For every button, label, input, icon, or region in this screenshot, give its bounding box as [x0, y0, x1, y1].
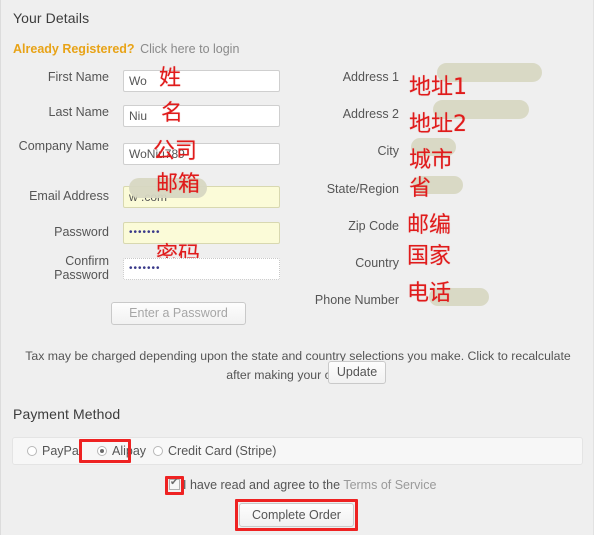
label-password: Password [54, 225, 109, 239]
field-row-address-2: Address 2 Soutt Tia [301, 107, 561, 133]
label-last-name: Last Name [48, 105, 109, 119]
terms-text: I have read and agree to the [183, 478, 344, 492]
page-title: Your Details [13, 10, 90, 26]
field-row-confirm-password: Confirm Password ••••••• [13, 254, 280, 284]
login-link[interactable]: Click here to login [138, 42, 239, 56]
field-row-address-1: Address 1 South ', Tia [301, 70, 561, 96]
terms-agreement-line: I have read and agree to the Terms of Se… [169, 476, 436, 492]
payment-option-credit-card-label: Credit Card (Stripe) [168, 444, 277, 458]
label-phone-number: Phone Number [314, 293, 399, 307]
field-row-password: Password ••••••• [13, 222, 280, 248]
terms-of-service-link[interactable]: Terms of Service [343, 478, 436, 492]
label-company-name: Company Name [18, 139, 109, 153]
enter-password-button[interactable]: Enter a Password [111, 302, 246, 325]
label-zip-code: Zip Code [348, 219, 399, 233]
label-state-region: State/Region [326, 182, 399, 196]
complete-order-button[interactable]: Complete Order [239, 503, 354, 527]
payment-option-paypal-label: PayPal [42, 444, 82, 458]
field-row-company-name: Company Name WoNiu789 [13, 139, 280, 169]
terms-checkbox[interactable] [169, 476, 180, 490]
already-registered-line: Already Registered? Click here to login [13, 42, 239, 56]
payment-method-title: Payment Method [13, 406, 121, 422]
field-row-city: City zh [301, 144, 561, 170]
last-name-input[interactable]: Niu [123, 105, 280, 127]
first-name-input[interactable]: Wo [123, 70, 280, 92]
field-row-country: Country China [301, 256, 561, 282]
payment-option-alipay-label: Alipay [112, 444, 147, 458]
update-button[interactable]: Update [328, 361, 386, 384]
field-row-email: Email Address w .com [13, 186, 280, 212]
payment-option-alipay[interactable]: Alipay [97, 444, 146, 458]
radio-icon-paypal[interactable] [27, 446, 37, 456]
company-name-input[interactable]: WoNiu789 [123, 143, 280, 165]
field-row-last-name: Last Name Niu [13, 105, 280, 131]
already-registered-label: Already Registered? [13, 42, 135, 56]
label-address-1: Address 1 [342, 70, 399, 84]
payment-method-group: PayPal Alipay Credit Card (Stripe) [12, 437, 583, 465]
email-input[interactable]: w .com [123, 186, 280, 208]
label-address-2: Address 2 [342, 107, 399, 121]
field-row-first-name: First Name Wo [13, 70, 280, 96]
field-row-zip-code: Zip Code 4 [301, 219, 561, 245]
payment-option-credit-card[interactable]: Credit Card (Stripe) [153, 444, 276, 458]
label-country: Country [355, 256, 399, 270]
label-first-name: First Name [47, 70, 109, 84]
label-email-address: Email Address [29, 189, 109, 203]
label-confirm-password: Confirm Password [54, 254, 109, 282]
label-city: City [377, 144, 399, 158]
checkout-page: Your Details Already Registered? Click h… [0, 0, 594, 535]
field-row-phone-number: Phone Number 15 l [301, 293, 561, 319]
tax-notice: Tax may be charged depending upon the st… [25, 349, 571, 382]
radio-icon-alipay[interactable] [97, 446, 107, 456]
password-input[interactable]: ••••••• [123, 222, 280, 244]
confirm-password-input[interactable]: ••••••• [123, 258, 280, 280]
payment-option-paypal[interactable]: PayPal [27, 444, 82, 458]
radio-icon-credit-card[interactable] [153, 446, 163, 456]
field-row-state-region: State/Region h [301, 182, 561, 208]
